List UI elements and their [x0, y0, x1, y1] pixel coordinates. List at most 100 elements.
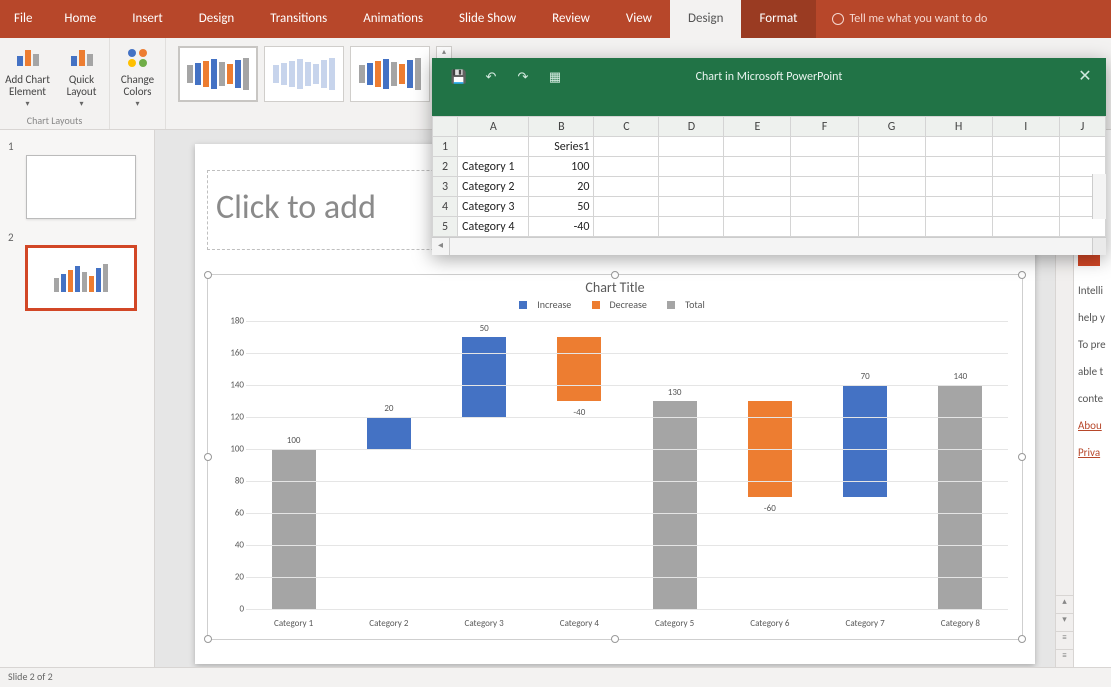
sheet-close-icon[interactable]: ✕	[1072, 66, 1098, 86]
bar-Category 3[interactable]	[462, 337, 506, 417]
cell-H3[interactable]	[925, 177, 992, 197]
tab-insert[interactable]: Insert	[114, 0, 181, 38]
col-header-G[interactable]: G	[858, 117, 925, 137]
cell-E3[interactable]	[724, 177, 791, 197]
cell-C3[interactable]	[594, 177, 659, 197]
row-header-2[interactable]: 2	[433, 157, 458, 177]
row-header-3[interactable]: 3	[433, 177, 458, 197]
sheet-grid-icon[interactable]: ▦	[544, 66, 566, 88]
col-header-B[interactable]: B	[529, 117, 594, 137]
col-header-C[interactable]: C	[594, 117, 659, 137]
cell-A1[interactable]	[458, 137, 529, 157]
row-header-1[interactable]: 1	[433, 137, 458, 157]
designer-about-link[interactable]: Abou	[1078, 419, 1102, 432]
tab-file[interactable]: File	[0, 0, 46, 38]
bar-Category 2[interactable]	[367, 417, 411, 449]
cell-D2[interactable]	[659, 157, 724, 177]
chart-object[interactable]: Chart Title Increase Decrease Total 0204…	[207, 274, 1023, 640]
cell-G2[interactable]	[858, 157, 925, 177]
cell-F1[interactable]	[791, 137, 858, 157]
handle-n[interactable]	[611, 271, 619, 279]
bar-Category 1[interactable]	[272, 449, 316, 609]
handle-ne[interactable]	[1018, 271, 1026, 279]
cell-A3[interactable]: Category 2	[458, 177, 529, 197]
designer-privacy-link[interactable]: Priva	[1078, 446, 1100, 459]
cell-B3[interactable]: 20	[529, 177, 594, 197]
row-header-4[interactable]: 4	[433, 197, 458, 217]
cell-D5[interactable]	[659, 217, 724, 237]
tab-format[interactable]: Format	[741, 0, 815, 38]
cell-H5[interactable]	[925, 217, 992, 237]
cell-H4[interactable]	[925, 197, 992, 217]
col-header-A[interactable]: A	[458, 117, 529, 137]
cell-F4[interactable]	[791, 197, 858, 217]
sheet-save-icon[interactable]: 💾	[448, 66, 470, 88]
vscroll-prev-slide[interactable]: ≡	[1056, 631, 1073, 649]
add-chart-element-button[interactable]: Add Chart Element	[4, 42, 52, 109]
cell-E5[interactable]	[724, 217, 791, 237]
col-header-F[interactable]: F	[791, 117, 858, 137]
quick-layout-button[interactable]: Quick Layout	[58, 42, 106, 109]
cell-A2[interactable]: Category 1	[458, 157, 529, 177]
sheet-vscroll[interactable]	[1092, 174, 1106, 219]
col-header-J[interactable]: J	[1059, 117, 1105, 137]
cell-G1[interactable]	[858, 137, 925, 157]
sheet-redo-icon[interactable]: ↷	[512, 66, 534, 88]
cell-D3[interactable]	[659, 177, 724, 197]
cell-A4[interactable]: Category 3	[458, 197, 529, 217]
tab-animations[interactable]: Animations	[345, 0, 441, 38]
cell-H2[interactable]	[925, 157, 992, 177]
tab-view[interactable]: View	[608, 0, 670, 38]
cell-D4[interactable]	[659, 197, 724, 217]
cell-I2[interactable]	[992, 157, 1059, 177]
row-header-5[interactable]: 5	[433, 217, 458, 237]
sheet-hscroll-track[interactable]	[450, 238, 1088, 255]
sheet-resize-corner[interactable]	[1092, 237, 1106, 255]
cell-C1[interactable]	[594, 137, 659, 157]
bar-Category 4[interactable]	[557, 337, 601, 401]
cell-F2[interactable]	[791, 157, 858, 177]
tell-me[interactable]: Tell me what you want to do	[816, 0, 1004, 38]
cell-B5[interactable]: -40	[529, 217, 594, 237]
change-colors-button[interactable]: Change Colors	[114, 42, 162, 109]
vscroll-down[interactable]: ▾	[1056, 613, 1073, 631]
handle-e[interactable]	[1018, 453, 1026, 461]
thumb-2[interactable]	[26, 246, 136, 310]
col-header-I[interactable]: I	[992, 117, 1059, 137]
chart-style-1[interactable]	[178, 46, 258, 102]
cell-F5[interactable]	[791, 217, 858, 237]
cell-G5[interactable]	[858, 217, 925, 237]
col-header-E[interactable]: E	[724, 117, 791, 137]
handle-nw[interactable]	[204, 271, 212, 279]
cell-I1[interactable]	[992, 137, 1059, 157]
tab-slideshow[interactable]: Slide Show	[441, 0, 534, 38]
cell-J5[interactable]	[1059, 217, 1105, 237]
col-header-H[interactable]: H	[925, 117, 992, 137]
cell-E1[interactable]	[724, 137, 791, 157]
chart-legend[interactable]: Increase Decrease Total	[208, 298, 1022, 316]
sheet-undo-icon[interactable]: ↶	[480, 66, 502, 88]
cell-B1[interactable]: Series1	[529, 137, 594, 157]
cell-I3[interactable]	[992, 177, 1059, 197]
cell-I4[interactable]	[992, 197, 1059, 217]
cell-G4[interactable]	[858, 197, 925, 217]
cell-J1[interactable]	[1059, 137, 1105, 157]
sheet-hscroll[interactable]: ◂ ▸	[432, 237, 1106, 255]
cell-B4[interactable]: 50	[529, 197, 594, 217]
thumb-1[interactable]	[26, 155, 136, 219]
cell-G3[interactable]	[858, 177, 925, 197]
chart-style-3[interactable]	[350, 46, 430, 102]
cell-F3[interactable]	[791, 177, 858, 197]
tab-review[interactable]: Review	[534, 0, 608, 38]
cell-D1[interactable]	[659, 137, 724, 157]
vscroll-up[interactable]: ▴	[1056, 595, 1073, 613]
cell-C5[interactable]	[594, 217, 659, 237]
tab-design[interactable]: Design	[181, 0, 252, 38]
cell-C4[interactable]	[594, 197, 659, 217]
sheet-grid[interactable]: ABCDEFGHIJ 1Series12Category 11003Catego…	[432, 116, 1106, 237]
cell-E4[interactable]	[724, 197, 791, 217]
sheet-titlebar[interactable]: 💾 ↶ ↷ ▦ Chart in Microsoft PowerPoint ✕	[432, 58, 1106, 116]
cell-I5[interactable]	[992, 217, 1059, 237]
handle-sw[interactable]	[204, 635, 212, 643]
cell-H1[interactable]	[925, 137, 992, 157]
